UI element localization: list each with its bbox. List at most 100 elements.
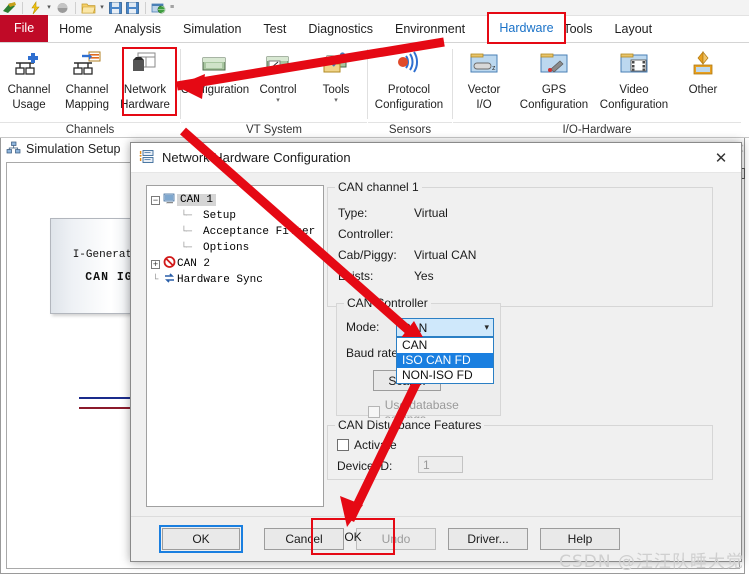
- tree-branch-icon: └─: [181, 242, 192, 254]
- dropdown-option-iso-can-fd[interactable]: ISO CAN FD: [397, 353, 493, 368]
- device-id-input[interactable]: 1: [418, 456, 463, 473]
- dialog-close-icon[interactable]: ✕: [701, 143, 741, 172]
- tree-expander-icon[interactable]: −: [151, 195, 160, 205]
- grey-circle-icon[interactable]: [55, 1, 70, 15]
- checkbox-box[interactable]: [368, 406, 380, 418]
- tab-test[interactable]: Test: [252, 16, 297, 42]
- ribbon-item-label: Configuration: [599, 98, 669, 111]
- video-configuration-button[interactable]: Video Configuration: [593, 48, 675, 111]
- tree-item-hardware-sync[interactable]: └ Hardware Sync: [151, 272, 323, 288]
- vector-io-button[interactable]: z Vector I/O: [453, 48, 515, 111]
- hardware-tree[interactable]: − CAN 1 └─ Setup └─ Acceptance Filter └─…: [146, 185, 324, 507]
- ribbon-item-label: Video: [619, 84, 649, 96]
- tree-item-setup[interactable]: └─ Setup: [151, 208, 323, 224]
- ribbon-group-channels: Channel Usage Channel Mapping Network Ha…: [0, 43, 180, 138]
- field-value-exists: Yes: [414, 269, 434, 283]
- tree-item-label: Options: [203, 242, 250, 254]
- baud-rate-label: Baud rate:: [346, 346, 402, 360]
- vt-configuration-button[interactable]: Configuration: [181, 48, 249, 97]
- device-id-label: Device ID:: [337, 459, 393, 473]
- dropdown-option-can[interactable]: CAN: [397, 338, 493, 353]
- tree-item-acceptance-filter[interactable]: └─ Acceptance Filter: [151, 224, 323, 240]
- network-hardware-button[interactable]: Network Hardware: [116, 48, 174, 111]
- tree-item-can1[interactable]: − CAN 1: [151, 192, 323, 208]
- mode-combobox[interactable]: CAN ▾: [396, 318, 494, 337]
- save-as-icon[interactable]: [125, 1, 140, 15]
- group-label: CAN channel 1: [335, 180, 422, 194]
- simulation-setup-icon: [6, 141, 21, 158]
- tab-file[interactable]: File: [0, 15, 49, 42]
- tree-branch-icon: └─: [181, 226, 192, 238]
- vt-control-button[interactable]: Control ▾: [249, 48, 307, 104]
- dialog-titlebar: Network Hardware Configuration ✕: [131, 143, 741, 173]
- ribbon-item-label: Hardware: [120, 98, 170, 111]
- tab-tools[interactable]: Tools: [552, 16, 603, 42]
- channel-usage-button[interactable]: Channel Usage: [0, 48, 58, 111]
- tab-layout[interactable]: Layout: [604, 16, 664, 42]
- ribbon-panel: Channel Usage Channel Mapping Network Ha…: [0, 43, 749, 138]
- tree-item-options[interactable]: └─ Options: [151, 240, 323, 256]
- simulation-setup-title: Simulation Setup: [26, 142, 121, 156]
- tree-item-label: CAN 1: [177, 194, 217, 206]
- ribbon-group-vt-system: Configuration Control ▾ Tools ▾ VT Syste…: [181, 43, 367, 138]
- ribbon-item-label: Configuration: [374, 98, 444, 111]
- driver-button[interactable]: Driver...: [448, 528, 528, 550]
- chevron-down-icon[interactable]: ▾: [276, 97, 280, 104]
- tab-analysis[interactable]: Analysis: [104, 16, 173, 42]
- application-window: ▾ ▾ ≡ File Home Analysis Simulation Test…: [0, 0, 749, 574]
- dropdown-option-non-iso-fd[interactable]: NON-ISO FD: [397, 368, 493, 383]
- ribbon-tab-bar: File Home Analysis Simulation Test Diagn…: [0, 15, 749, 43]
- other-io-button[interactable]: Other: [675, 48, 731, 97]
- ribbon-item-label: Protocol: [387, 84, 431, 96]
- cancel-button[interactable]: Cancel: [264, 528, 344, 550]
- tree-expander-icon[interactable]: +: [151, 259, 160, 269]
- ribbon-item-label: Channel: [7, 84, 51, 96]
- protocol-configuration-button[interactable]: Protocol Configuration: [368, 48, 450, 111]
- tab-environment[interactable]: Environment: [384, 16, 476, 42]
- network-hardware-config-icon: [139, 149, 155, 167]
- ribbon-group-io-hardware: z Vector I/O GPS Configuration Video Con…: [453, 43, 741, 138]
- vt-tools-button[interactable]: Tools ▾: [307, 48, 365, 104]
- dropdown-caret-icon[interactable]: ▾: [45, 1, 53, 15]
- network-hardware-icon: [128, 48, 162, 82]
- ok-button-focus-ring: [159, 525, 243, 553]
- group-label: CAN Controller: [344, 296, 431, 310]
- checkbox-box[interactable]: [337, 439, 349, 451]
- chevron-down-icon[interactable]: ▾: [334, 97, 338, 104]
- tab-simulation[interactable]: Simulation: [172, 16, 252, 42]
- open-folder-icon[interactable]: [81, 1, 96, 15]
- lightning-icon[interactable]: [28, 0, 43, 15]
- group-label: CAN Disturbance Features: [335, 418, 485, 432]
- tree-item-label: Hardware Sync: [177, 274, 263, 286]
- ribbon-item-label: Usage: [12, 98, 46, 111]
- tree-item-can2[interactable]: + CAN 2: [151, 256, 323, 272]
- chevron-down-icon[interactable]: ▾: [484, 322, 489, 333]
- tab-diagnostics[interactable]: Diagnostics: [297, 16, 384, 42]
- channel-mapping-button[interactable]: Channel Mapping: [58, 48, 116, 111]
- ribbon-item-label: GPS: [541, 84, 567, 96]
- field-value-type: Virtual: [414, 206, 448, 220]
- field-label-exists: Exists:: [338, 269, 374, 283]
- vector-logo-icon[interactable]: [2, 1, 17, 15]
- gps-configuration-button[interactable]: GPS Configuration: [515, 48, 593, 111]
- tab-home[interactable]: Home: [48, 16, 103, 42]
- svg-text:z: z: [492, 65, 496, 72]
- tab-hardware[interactable]: Hardware: [476, 16, 553, 42]
- mode-dropdown-list[interactable]: CAN ISO CAN FD NON-ISO FD: [396, 337, 494, 384]
- protocol-configuration-icon: [392, 48, 426, 82]
- globe-window-icon[interactable]: [151, 1, 166, 15]
- can-disturbance-group: CAN Disturbance Features Activate Device…: [327, 418, 713, 480]
- no-entry-icon: [162, 256, 177, 272]
- ribbon-group-label: I/O-Hardware: [453, 122, 741, 138]
- field-value-cab-piggy: Virtual CAN: [414, 248, 477, 262]
- other-io-icon: [686, 48, 720, 82]
- tree-item-label: Setup: [203, 210, 237, 222]
- overflow-caret-icon[interactable]: ≡: [168, 1, 176, 15]
- ribbon-item-label: Tools: [322, 84, 350, 96]
- dropdown-caret-icon[interactable]: ▾: [98, 1, 106, 15]
- vt-tools-icon: [319, 48, 353, 82]
- save-icon[interactable]: [108, 1, 123, 15]
- tree-item-label: CAN 2: [177, 258, 211, 270]
- activate-checkbox[interactable]: Activate: [337, 438, 397, 452]
- ribbon-item-label: I/O: [476, 98, 492, 111]
